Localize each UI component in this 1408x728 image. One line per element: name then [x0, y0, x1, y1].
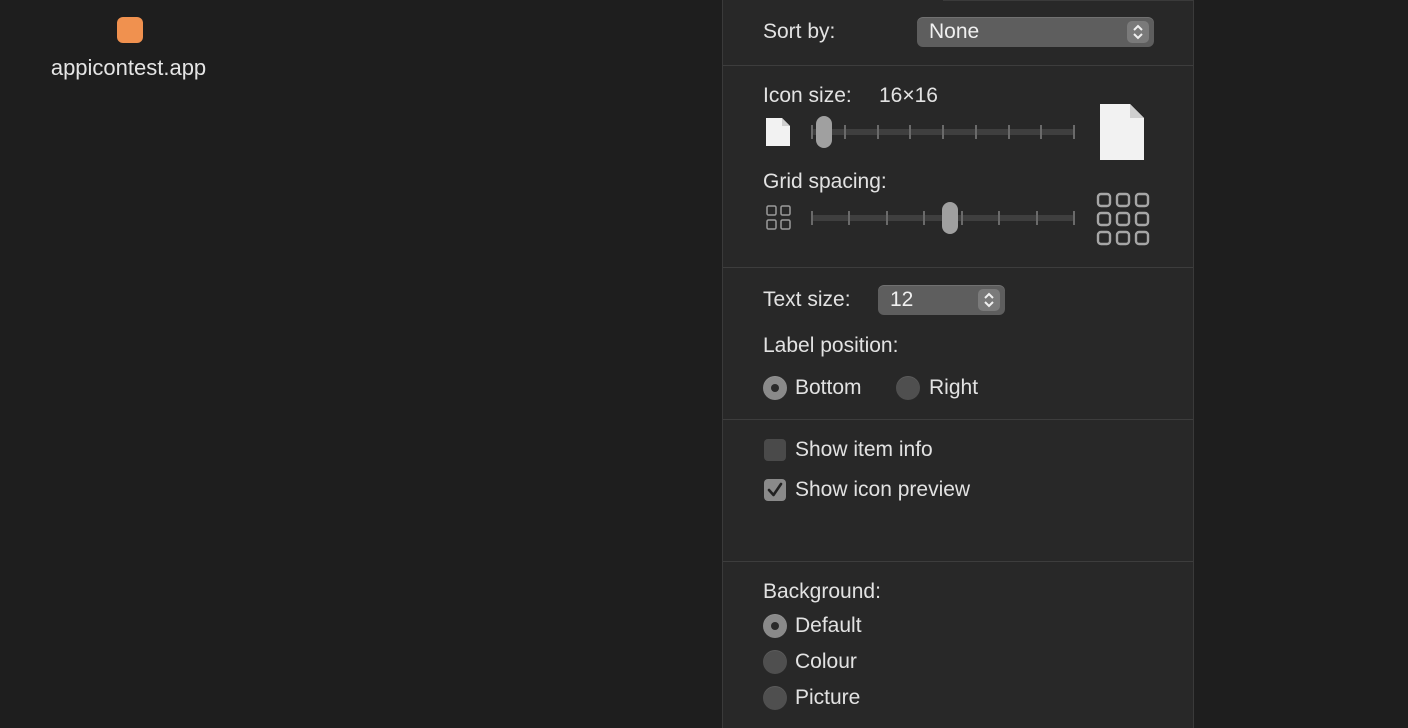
label-position-right-radio[interactable] — [896, 376, 920, 400]
background-colour-label[interactable]: Colour — [795, 650, 857, 674]
top-edge — [943, 0, 1193, 1]
divider — [723, 419, 1193, 420]
slider-tick — [1073, 125, 1075, 139]
show-icon-preview-label[interactable]: Show icon preview — [795, 478, 970, 502]
slider-tick — [877, 125, 879, 139]
background-colour-radio[interactable] — [763, 650, 787, 674]
slider-tick — [848, 211, 850, 225]
icon-size-slider[interactable] — [811, 116, 1075, 148]
divider — [723, 65, 1193, 66]
label-position-right-label[interactable]: Right — [929, 376, 978, 400]
app-file-label[interactable]: appicontest.app — [0, 55, 257, 81]
document-small-icon — [765, 117, 791, 152]
text-size-value: 12 — [890, 288, 914, 311]
background-default-radio[interactable] — [763, 614, 787, 638]
app-file-icon[interactable] — [117, 17, 143, 43]
grid-spacing-label: Grid spacing: — [763, 170, 887, 193]
slider-tick — [975, 125, 977, 139]
grid-spacing-slider-thumb[interactable] — [942, 202, 958, 234]
background-picture-label[interactable]: Picture — [795, 686, 860, 710]
show-item-info-checkbox[interactable] — [764, 439, 786, 461]
slider-tick — [909, 125, 911, 139]
divider — [723, 561, 1193, 562]
icon-size-value: 16×16 — [879, 84, 938, 107]
icon-size-slider-thumb[interactable] — [816, 116, 832, 148]
slider-tick — [961, 211, 963, 225]
slider-tick — [811, 211, 813, 225]
text-size-popup[interactable]: 12 — [878, 285, 1005, 315]
grid-small-icon — [766, 205, 792, 236]
show-item-info-label[interactable]: Show item info — [795, 438, 933, 462]
background-picture-radio[interactable] — [763, 686, 787, 710]
slider-tick — [1036, 211, 1038, 225]
view-options-panel: Sort by: None Icon size: 16×16 Grid spac… — [722, 0, 1194, 728]
grid-large-icon — [1096, 192, 1150, 251]
stepper-arrows-icon — [978, 289, 1000, 311]
desktop-area: appicontest.app — [0, 0, 722, 728]
slider-tick — [1040, 125, 1042, 139]
background-label: Background: — [763, 580, 881, 603]
stepper-arrows-icon — [1127, 21, 1149, 43]
slider-tick — [886, 211, 888, 225]
label-position-label: Label position: — [763, 334, 899, 357]
show-icon-preview-checkbox[interactable] — [764, 479, 786, 501]
slider-tick — [844, 125, 846, 139]
document-large-icon — [1099, 103, 1145, 166]
slider-tick — [1008, 125, 1010, 139]
slider-tick — [923, 211, 925, 225]
label-position-bottom-radio[interactable] — [763, 376, 787, 400]
slider-tick — [998, 211, 1000, 225]
sort-by-popup[interactable]: None — [917, 17, 1154, 47]
icon-size-label: Icon size: — [763, 84, 852, 107]
label-position-bottom-label[interactable]: Bottom — [795, 376, 862, 400]
sort-by-value: None — [929, 20, 980, 43]
background-default-label[interactable]: Default — [795, 614, 862, 638]
grid-spacing-slider[interactable] — [811, 202, 1075, 234]
text-size-label: Text size: — [763, 288, 851, 311]
sort-by-label: Sort by: — [763, 20, 836, 43]
slider-tick — [811, 125, 813, 139]
divider — [723, 267, 1193, 268]
slider-tick — [1073, 211, 1075, 225]
checkmark-icon — [767, 482, 783, 497]
slider-tick — [942, 125, 944, 139]
